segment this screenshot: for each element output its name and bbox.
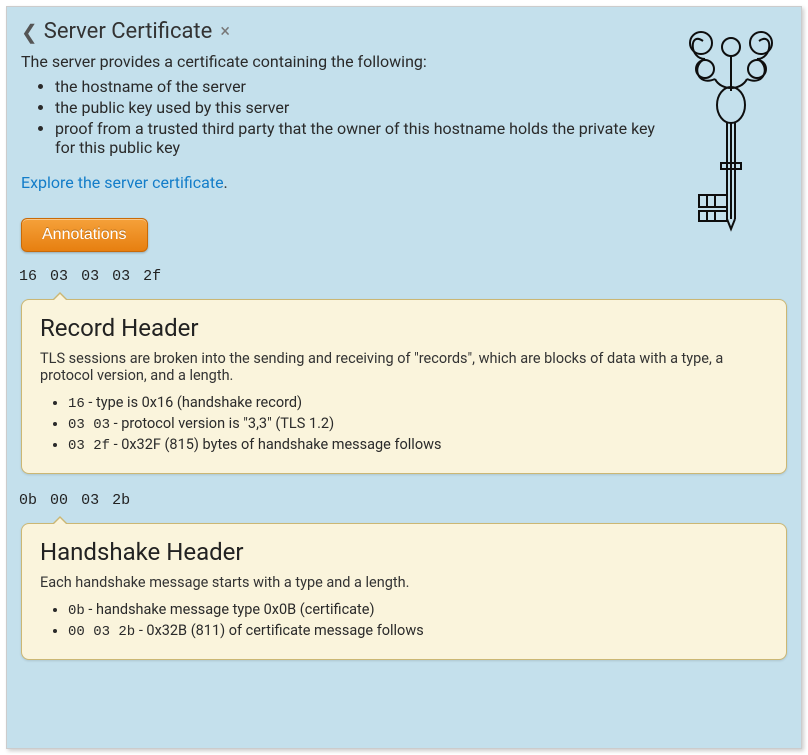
card-list: 16 - type is 0x16 (handshake record) 03 … (68, 394, 768, 454)
card-list-item: 16 - type is 0x16 (handshake record) (68, 394, 768, 412)
hex-byte: 0b (19, 492, 37, 509)
key-illustration (671, 13, 791, 243)
item-tail: - type is 0x16 (handshake record) (85, 394, 302, 411)
card-list-item: 03 2f - 0x32F (815) bytes of handshake m… (68, 436, 768, 454)
hex-byte: 03 (81, 268, 99, 285)
intro-list-item: proof from a trusted third party that th… (55, 119, 665, 157)
hex-bytes-row: 16 03 03 03 2f (19, 268, 787, 285)
page-container: ❮ Server Certificate × The server provid… (6, 6, 802, 749)
card-title: Record Header (40, 314, 768, 342)
hex-byte: 16 (19, 268, 37, 285)
item-tail: - 0x32F (815) bytes of handshake message… (110, 436, 441, 453)
hex-byte: 03 (112, 268, 130, 285)
hex-code: 00 03 2b (68, 624, 135, 640)
card-title: Handshake Header (40, 538, 768, 566)
back-chevron-icon[interactable]: ❮ (21, 20, 38, 44)
hex-code: 03 2f (68, 438, 110, 454)
hex-code: 03 03 (68, 417, 110, 433)
annotation-card: Record Header TLS sessions are broken in… (21, 299, 787, 474)
card-desc: TLS sessions are broken into the sending… (40, 350, 768, 384)
hex-bytes-row: 0b 00 03 2b (19, 492, 787, 509)
annotation-card: Handshake Header Each handshake message … (21, 523, 787, 660)
explore-link[interactable]: Explore the server certificate (21, 173, 224, 192)
close-icon[interactable]: × (220, 21, 230, 42)
intro-text: The server provides a certificate contai… (21, 52, 641, 71)
card-list-item: 0b - handshake message type 0x0B (certif… (68, 601, 768, 619)
hex-code: 0b (68, 603, 85, 619)
hex-byte: 03 (50, 268, 68, 285)
intro-list-item: the public key used by this server (55, 98, 665, 117)
title-text: Server Certificate (44, 19, 213, 44)
item-tail: - handshake message type 0x0B (certifica… (85, 601, 375, 618)
intro-list: the hostname of the server the public ke… (55, 77, 665, 157)
card-desc: Each handshake message starts with a typ… (40, 574, 768, 591)
annotations-button[interactable]: Annotations (21, 218, 148, 252)
hex-byte: 2f (143, 268, 161, 285)
item-tail: - protocol version is "3,3" (TLS 1.2) (110, 415, 334, 432)
item-tail: - 0x32B (811) of certificate message fol… (135, 622, 424, 639)
hex-byte: 00 (50, 492, 68, 509)
intro-list-item: the hostname of the server (55, 77, 665, 96)
hex-byte: 03 (81, 492, 99, 509)
card-list-item: 03 03 - protocol version is "3,3" (TLS 1… (68, 415, 768, 433)
card-list-item: 00 03 2b - 0x32B (811) of certificate me… (68, 622, 768, 640)
hex-byte: 2b (112, 492, 130, 509)
card-list: 0b - handshake message type 0x0B (certif… (68, 601, 768, 640)
hex-code: 16 (68, 396, 85, 412)
